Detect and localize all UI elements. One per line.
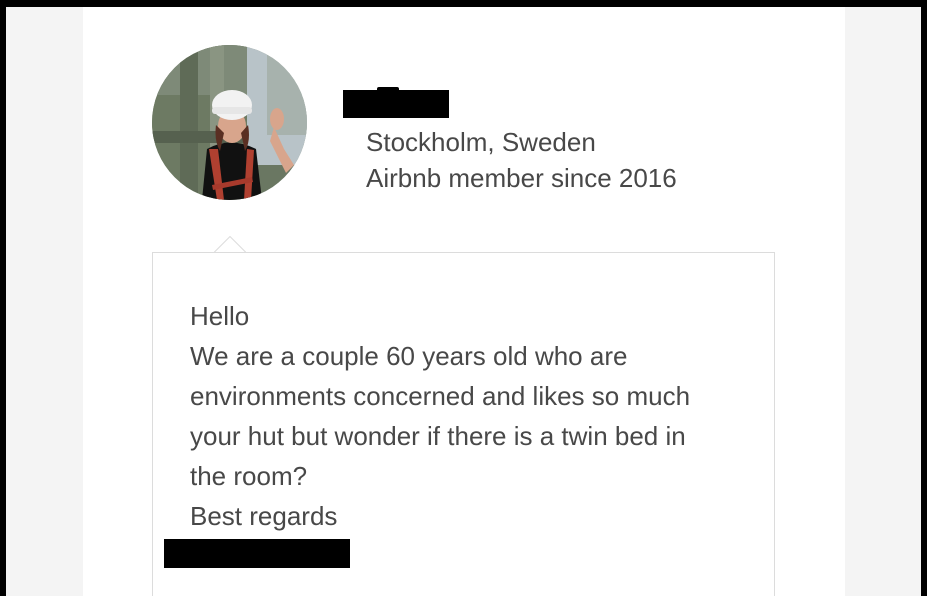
signature-redaction <box>164 539 350 568</box>
host-location: Stockholm, Sweden <box>366 127 596 157</box>
member-since: Airbnb member since 2016 <box>366 162 677 193</box>
message-line: the room? <box>190 461 308 491</box>
profile-card: Stockholm, Sweden Airbnb member since 20… <box>83 7 845 596</box>
message-line: Best regards <box>190 501 338 531</box>
message-line: We are a couple 60 years old who are <box>190 341 628 371</box>
message-line: Hello <box>190 301 250 331</box>
message-line: environments concerned and likes so much <box>190 381 691 411</box>
host-info: Stockholm, Sweden Airbnb member since 20… <box>366 125 677 196</box>
screenshot-frame: Stockholm, Sweden Airbnb member since 20… <box>6 7 921 596</box>
host-avatar-image <box>152 45 307 200</box>
speech-bubble-arrow <box>214 236 246 253</box>
message-line: your hut but wonder if there is a twin b… <box>190 421 686 451</box>
message-text: Hello We are a couple 60 years old who a… <box>190 296 690 536</box>
message-bubble: Hello We are a couple 60 years old who a… <box>152 252 775 596</box>
host-avatar[interactable] <box>152 45 307 200</box>
host-name-redaction <box>343 87 449 118</box>
